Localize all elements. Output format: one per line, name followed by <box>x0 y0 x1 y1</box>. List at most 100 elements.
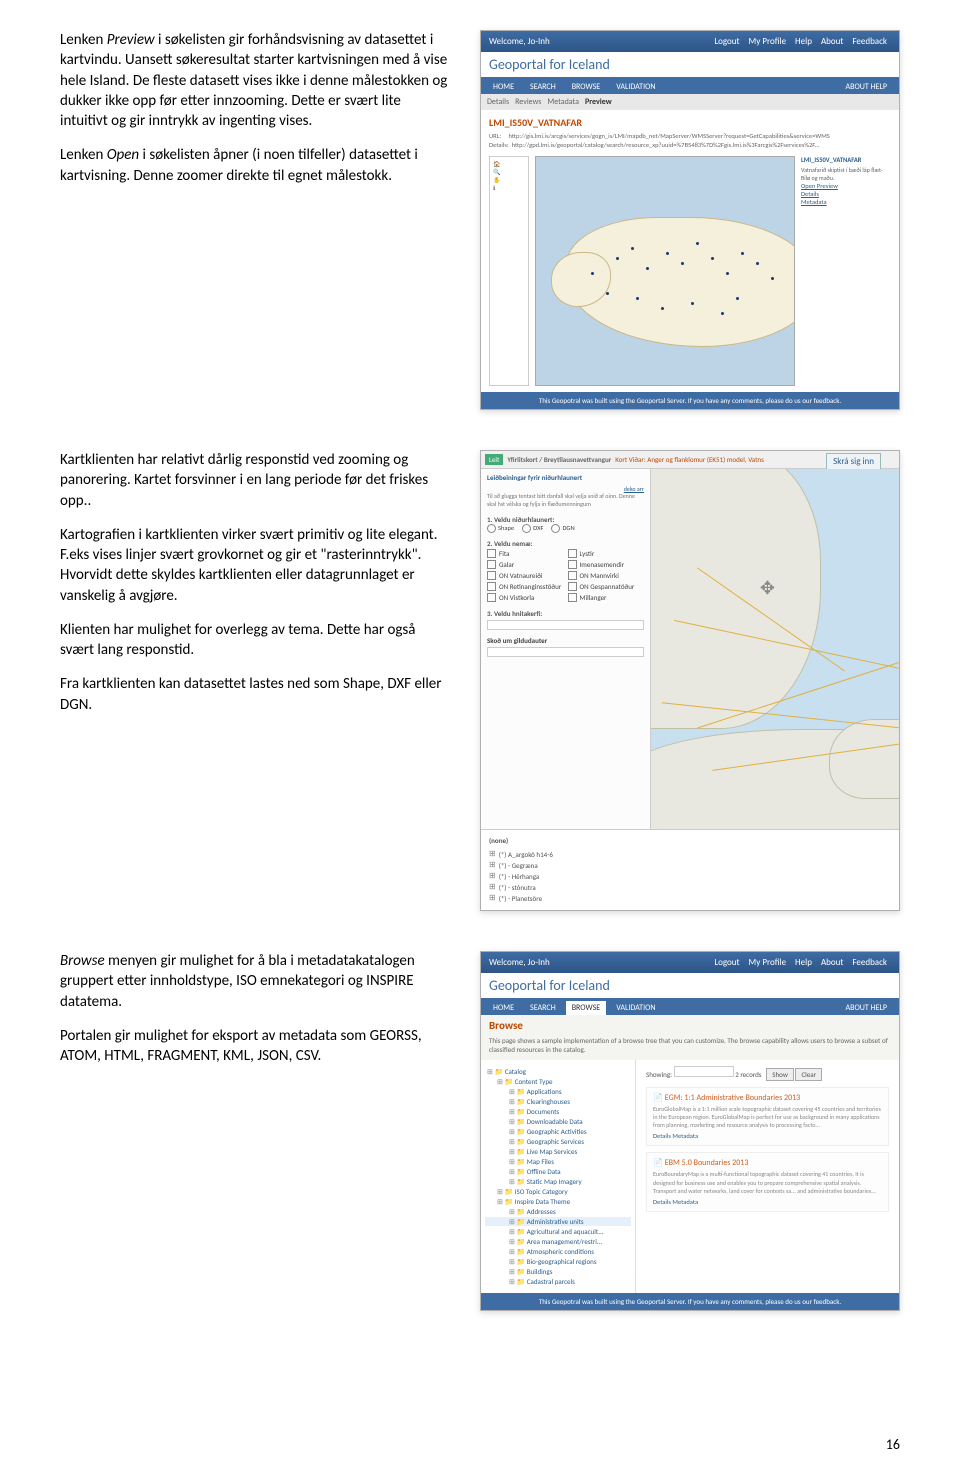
showing-label: Showing: <box>646 1070 672 1079</box>
portal-footer: This Geopotral was built using the Geopo… <box>481 1293 899 1310</box>
para-open: Lenken Open i søkelisten åpner (i noen t… <box>60 145 450 186</box>
browse-tree: Catalog Content Type Applications Cleari… <box>481 1060 636 1293</box>
side-title: LMI_IS50V_VATNAFAR <box>801 156 891 164</box>
subtab: Reviews <box>515 97 541 107</box>
link-metadata: Metadata <box>801 198 891 206</box>
step-3: 3. Veldu hnitakerfi: <box>487 609 644 618</box>
tree-node-selected: Administrative units <box>485 1217 631 1226</box>
preview-map <box>535 156 795 386</box>
tree-node: Downloadable Data <box>485 1117 631 1126</box>
link-help: Help <box>791 956 816 969</box>
link-help: Help <box>791 35 816 48</box>
dataset-meta: URL: http://gis.lmi.is/arcgis/services/g… <box>489 132 891 150</box>
item-links: Details Metadata <box>653 1132 882 1140</box>
check: ON Mannvirki <box>568 571 645 580</box>
mc-title: Yfirlitskort / Breytilausnavettvangur <box>507 455 611 464</box>
link-logout: Logout <box>710 956 743 969</box>
para-export: Portalen gir mulighet for eksport av met… <box>60 1026 450 1067</box>
client-map: ✥ <box>651 469 899 829</box>
tab-search: SEARCH <box>524 1001 562 1015</box>
tab-about: ABOUT HELP <box>839 1001 893 1015</box>
para-browse: Browse menyen gir mulighet for å bla i m… <box>60 951 450 1012</box>
open-term: Open <box>107 146 139 164</box>
link-open-preview: Open Preview <box>801 182 891 190</box>
preview-term: Preview <box>107 31 155 49</box>
subtab-active: Preview <box>585 97 612 107</box>
legend-item: (*) - Hérhanga <box>489 871 891 881</box>
check: Fita <box>487 549 564 558</box>
tree-node: Live Map Services <box>485 1147 631 1156</box>
step-2: 2. Veldu nemæ: <box>487 539 644 548</box>
clear-btn: Clear <box>795 1068 822 1081</box>
check: ON Retinanginsstöður <box>487 582 564 591</box>
tab-browse: BROWSE <box>566 80 607 94</box>
tree-node: Inspire Data Theme <box>485 1197 631 1206</box>
result-item: 📄 EBM 5.0 Boundaries 2013 EuroBoundaryMa… <box>646 1152 889 1211</box>
screenshot-browse: Welcome, Jo-Inh Logout My Profile Help A… <box>480 951 900 1311</box>
legend-item: (*) - Gegræna <box>489 860 891 870</box>
tree-node: Addresses <box>485 1207 631 1216</box>
tab-validation: VALIDATION <box>610 1001 661 1015</box>
tab-home: HOME <box>487 1001 520 1015</box>
radio-dxf: DXF <box>522 524 543 533</box>
browse-results: Showing: 2 records Show Clear 📄 EGM: 1:1… <box>636 1060 899 1293</box>
portal-title: Geoportal for Iceland <box>481 52 899 77</box>
check: ON Gespannatöður <box>568 582 645 591</box>
link-feedback: Feedback <box>848 956 891 969</box>
para-overlay: Klienten har mulighet for overlegg av te… <box>60 620 450 661</box>
legend: (none) (*) A_argokö h14-6 (*) - Gegræna … <box>481 829 899 910</box>
tree-node: Cadastral parcels <box>485 1277 631 1286</box>
link-feedback: Feedback <box>848 35 891 48</box>
para-download: Fra kartklienten kan datasettet lastes n… <box>60 674 450 715</box>
welcome-text: Welcome, Jo-Inh <box>489 36 550 47</box>
item-desc: EuroGlobalMap is a 1:1 million scale top… <box>653 1105 882 1129</box>
download-panel: Leiðbeiningar fyrir niðurhlaunert deko a… <box>481 469 651 829</box>
tab-browse-active: BROWSE <box>566 1001 607 1015</box>
para-preview: Lenken Preview i søkelisten gir forhånds… <box>60 30 450 131</box>
tree-node: Area management/restri... <box>485 1237 631 1246</box>
browse-desc: This page shows a sample implementation … <box>481 1036 899 1060</box>
header-links: Logout My Profile Help About Feedback <box>710 956 891 969</box>
tree-node: Atmospheric conditions <box>485 1247 631 1256</box>
mc-tab: Leit <box>485 454 503 465</box>
para-response-time: Kartklienten har relativt dårlig respons… <box>60 450 450 511</box>
tree-node: Agricultural and aquacult... <box>485 1227 631 1236</box>
item-title: 📄 EGM: 1:1 Administrative Boundaries 201… <box>653 1093 882 1103</box>
page-number: 16 <box>886 1436 900 1453</box>
txt: menyen gir mulighet for å bla i metadata… <box>60 952 415 1011</box>
check: ON Vatnaureiði <box>487 571 564 580</box>
records-count: 2 records <box>735 1070 761 1079</box>
tree-node: Map Files <box>485 1157 631 1166</box>
result-item: 📄 EGM: 1:1 Administrative Boundaries 201… <box>646 1087 889 1146</box>
portal-footer: This Geopotral was built using the Geopo… <box>481 392 899 409</box>
login-box: Skrá sig inn <box>826 453 881 470</box>
check: ON Vistkorla <box>487 593 564 602</box>
tree-node: Geographic Services <box>485 1137 631 1146</box>
legend-item: (*) A_argokö h14-6 <box>489 849 891 859</box>
link-profile: My Profile <box>745 35 791 48</box>
check: Lystir <box>568 549 645 558</box>
step-1: 1. Veldu niðurhlaunert: <box>487 515 644 524</box>
header-links: Logout My Profile Help About Feedback <box>710 35 891 48</box>
link-about: About <box>817 956 847 969</box>
tab-search: SEARCH <box>524 80 562 94</box>
radio-dgn: DGN <box>551 524 574 533</box>
item-links: Details Metadata <box>653 1198 882 1206</box>
tree-node: Static Map Imagery <box>485 1177 631 1186</box>
item-desc: EuroBoundaryMap is a multi-functional to… <box>653 1170 882 1194</box>
browse-term: Browse <box>60 952 105 970</box>
screenshot-mapclient: Leit Yfirlitskort / Breytilausnavettvang… <box>480 450 900 911</box>
radio-shape: Shape <box>487 524 514 533</box>
map-sidebar: LMI_IS50V_VATNAFAR Vatnafarið skiptist í… <box>801 156 891 386</box>
link-about: About <box>817 35 847 48</box>
check: Imenasemendir <box>568 560 645 569</box>
map-toolbar: 🏠🔍✋ℹ <box>489 156 529 386</box>
tree-node: Geographic Activities <box>485 1127 631 1136</box>
txt: Lenken <box>60 31 107 49</box>
tree-node: Offline Data <box>485 1167 631 1176</box>
tree-node: Content Type <box>485 1077 631 1086</box>
tree-node: Bio-geographical regions <box>485 1257 631 1266</box>
mc-layer: Kort Viðar: Anger og flanklomur (EK51) m… <box>615 455 764 464</box>
legend-item: (*) - Planetsöre <box>489 893 891 903</box>
tree-node: Documents <box>485 1107 631 1116</box>
